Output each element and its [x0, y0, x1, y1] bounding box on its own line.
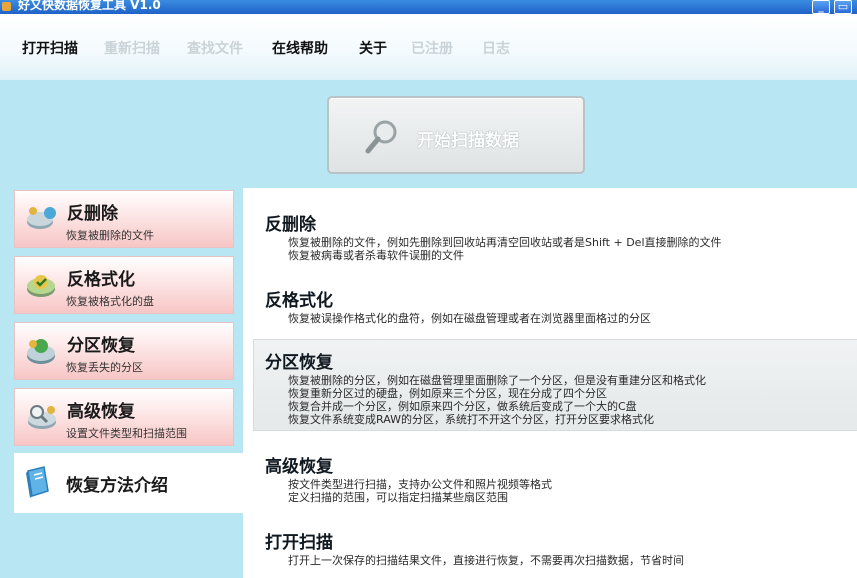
sidebar-item-subtitle: 设置文件类型和扫描范围	[66, 427, 187, 440]
section-line: 恢复被误操作格式化的盘符，例如在磁盘管理或者在浏览器里面格过的分区	[288, 312, 651, 325]
sidebar-item-partition-recovery[interactable]: 分区恢复 恢复丢失的分区	[14, 322, 234, 380]
section-title: 分区恢复	[265, 353, 333, 373]
menu-about[interactable]: 关于	[359, 38, 387, 58]
sidebar-item-title: 反格式化	[67, 270, 135, 290]
menu-log[interactable]: 日志	[482, 38, 510, 58]
sidebar-item-subtitle: 恢复被格式化的盘	[66, 295, 154, 308]
maximize-icon[interactable]: ▭	[834, 0, 852, 14]
menu-find-file[interactable]: 查找文件	[187, 38, 243, 58]
method-intro-panel: 反删除 恢复被删除的文件，例如先删除到回收站再清空回收站或者是Shift + D…	[243, 188, 857, 578]
sidebar-item-method-intro[interactable]: 恢复方法介绍	[14, 453, 244, 513]
minimize-icon[interactable]: _	[812, 0, 830, 14]
sidebar-item-title: 高级恢复	[67, 402, 135, 422]
sidebar-item-undelete[interactable]: 反删除 恢复被删除的文件	[14, 190, 234, 248]
section-line: 打开上一次保存的扫描结果文件，直接进行恢复，不需要再次扫描数据，节省时间	[288, 554, 684, 567]
sidebar-item-title: 反删除	[67, 204, 118, 224]
section-line: 恢复文件系统变成RAW的分区，系统打不开这个分区，打开分区要求格式化	[288, 413, 654, 426]
advanced-search-icon	[28, 405, 56, 429]
magnifier-icon	[365, 120, 397, 154]
section-title: 反格式化	[265, 291, 333, 311]
partition-disk-icon	[27, 339, 55, 364]
section-line: 恢复重新分区过的硬盘，例如原来三个分区，现在分成了四个分区	[288, 387, 607, 400]
section-line: 恢复被病毒或者杀毒软件误删的文件	[288, 249, 464, 262]
menu-online-help[interactable]: 在线帮助	[272, 38, 328, 58]
section-title: 反删除	[265, 215, 316, 235]
menu-bar: 打开扫描 重新扫描 查找文件 在线帮助 关于 已注册 日志	[0, 14, 857, 80]
window-title: 好又快数据恢复工具 V1.0	[18, 0, 161, 12]
section-title: 高级恢复	[265, 457, 333, 477]
start-scan-label: 开始扫描数据	[417, 131, 519, 151]
sidebar-item-advanced-recovery[interactable]: 高级恢复 设置文件类型和扫描范围	[14, 388, 234, 446]
sidebar-item-subtitle: 恢复被删除的文件	[66, 229, 154, 242]
menu-rescan[interactable]: 重新扫描	[104, 38, 160, 58]
section-line: 按文件类型进行扫描，支持办公文件和照片视频等格式	[288, 478, 552, 491]
sidebar-item-subtitle: 恢复丢失的分区	[66, 361, 143, 374]
sidebar-item-title: 分区恢复	[67, 336, 135, 356]
section-line: 恢复合并成一个分区，例如原来四个分区，做系统后变成了一个大的C盘	[288, 400, 637, 413]
sidebar-active-title: 恢复方法介绍	[66, 476, 168, 496]
sidebar-item-unformat[interactable]: 反格式化 恢复被格式化的盘	[14, 256, 234, 314]
section-title: 打开扫描	[265, 533, 333, 553]
section-line: 恢复被删除的文件，例如先删除到回收站再清空回收站或者是Shift + Del直接…	[288, 236, 722, 249]
menu-open-scan[interactable]: 打开扫描	[22, 38, 78, 58]
title-bar: 好又快数据恢复工具 V1.0 _ ▭	[0, 0, 857, 14]
recycle-disk-icon	[27, 207, 56, 229]
section-line: 恢复被删除的分区，例如在磁盘管理里面删除了一个分区，但是没有重建分区和格式化	[288, 374, 706, 387]
format-disk-icon	[27, 275, 55, 297]
app-icon	[2, 2, 11, 11]
menu-registered[interactable]: 已注册	[411, 38, 453, 58]
section-line: 定义扫描的范围，可以指定扫描某些扇区范围	[288, 491, 508, 504]
method-book-icon	[26, 466, 49, 498]
start-scan-button[interactable]: 开始扫描数据	[327, 96, 585, 174]
